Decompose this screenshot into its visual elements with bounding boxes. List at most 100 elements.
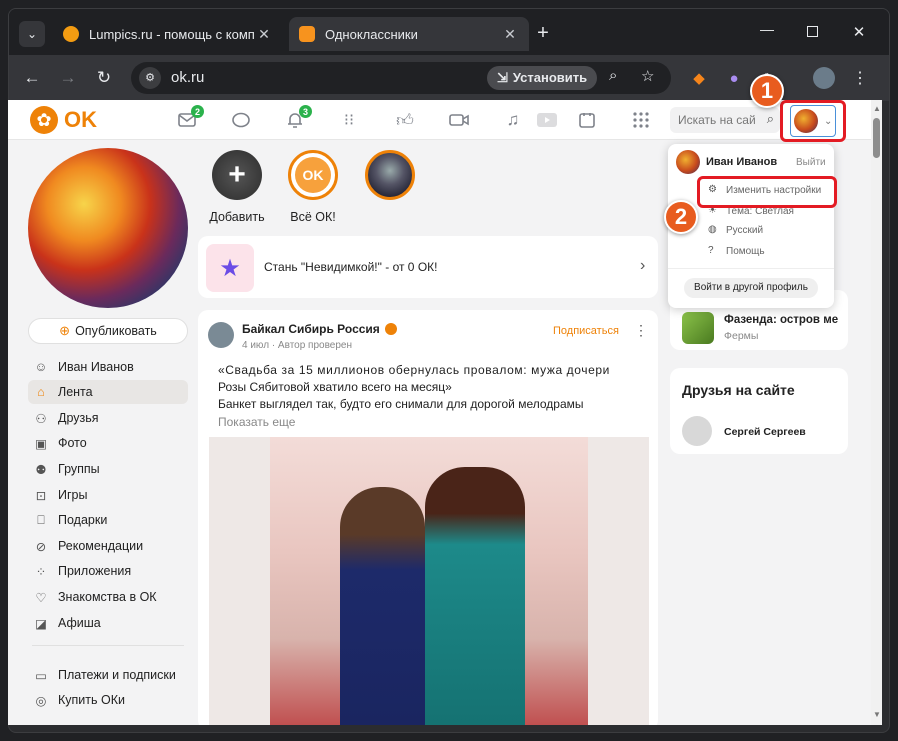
ghost-extension-icon[interactable]: ●	[719, 63, 749, 93]
friend-avatar[interactable]	[682, 416, 712, 446]
more-options-icon[interactable]: ⋮	[634, 322, 648, 339]
url-text[interactable]: ok.ru	[171, 69, 204, 86]
browser-menu-icon[interactable]: ⋮	[845, 63, 875, 93]
story-label: Всё ОК!	[290, 210, 336, 224]
sidebar-item-buy-oki[interactable]: ◎ Купить ОКи	[28, 688, 188, 712]
video-play-icon[interactable]	[536, 109, 558, 131]
sidebar-item-games[interactable]: ⊡ Игры	[28, 483, 188, 507]
scrollbar-thumb[interactable]	[873, 118, 880, 158]
sidebar-item-feed[interactable]: ⌂ Лента	[28, 380, 188, 404]
profile-avatar[interactable]	[28, 148, 188, 308]
post-text-line: Банкет выглядел так, будто его снимали д…	[218, 397, 584, 411]
menu-user-avatar[interactable]	[676, 150, 700, 174]
install-button[interactable]: ⇲ Установить	[487, 66, 598, 90]
guests-icon[interactable]: ⁝⁝	[338, 109, 360, 131]
search-placeholder: Искать на сай	[678, 113, 756, 127]
tab-search-button[interactable]: ⌄	[19, 21, 45, 47]
scroll-down-arrow-icon[interactable]: ▼	[873, 710, 881, 719]
game-title[interactable]: Фазенда: остров ме	[724, 314, 838, 326]
sidebar-divider	[32, 645, 184, 646]
subscribe-link[interactable]: Подписаться	[553, 325, 619, 337]
ok-logo-icon: ✿	[30, 106, 58, 134]
plus-circle-icon: ⊕	[59, 323, 71, 338]
group-name[interactable]: Байкал Сибирь Россия	[242, 322, 397, 336]
video-icon[interactable]	[448, 109, 470, 131]
page-scrollbar[interactable]: ▲ ▼	[871, 100, 882, 725]
logout-link[interactable]: Выйти	[796, 157, 826, 168]
globe-icon: ◍	[708, 224, 717, 235]
apps-grid-icon[interactable]	[630, 109, 652, 131]
sidebar-item-photo[interactable]: ▣ Фото	[28, 431, 188, 455]
sidebar-item-payments[interactable]: ▭ Платежи и подписки	[28, 663, 188, 687]
sidebar-item-apps[interactable]: ⁘ Приложения	[28, 559, 188, 583]
notifications-badge: 3	[299, 105, 312, 118]
messages-badge: 2	[191, 105, 204, 118]
game-subtitle: Фермы	[724, 330, 759, 342]
post-text-line: Розы Сябитовой хватило всего на месяц»	[218, 380, 452, 394]
post-meta: 4 июл · Автор проверен	[242, 340, 353, 351]
sidebar-item-friends[interactable]: ⚇ Друзья	[28, 406, 188, 430]
bookmark-star-icon[interactable]: ☆	[641, 67, 654, 85]
sidebar-item-label: Афиша	[58, 616, 101, 630]
chevron-down-icon: ⌄	[26, 27, 38, 41]
group-avatar[interactable]	[208, 322, 234, 348]
story-friend[interactable]	[365, 150, 415, 200]
friend-name[interactable]: Сергей Сергеев	[724, 426, 806, 438]
likes-icon[interactable]: 👍︎	[394, 109, 416, 131]
menu-user-name[interactable]: Иван Иванов	[706, 156, 777, 168]
switch-profile-button[interactable]: Войти в другой профиль	[684, 278, 818, 298]
discussions-icon[interactable]	[230, 109, 252, 131]
maximize-button[interactable]	[807, 26, 818, 37]
sidebar-item-label: Группы	[58, 462, 100, 476]
groups-icon: ⚉	[35, 462, 47, 477]
minimize-button[interactable]: —	[754, 21, 780, 45]
sidebar-item-dating[interactable]: ♡ Знакомства в ОК	[28, 585, 188, 609]
sidebar-item-label: Платежи и подписки	[58, 668, 176, 682]
new-tab-button[interactable]: +	[531, 21, 555, 45]
menu-item-language[interactable]: ◍ Русский	[708, 224, 763, 236]
close-window-button[interactable]: ✕	[849, 23, 869, 43]
zoom-icon[interactable]: ⌕	[609, 67, 617, 84]
sidebar-item-groups[interactable]: ⚉ Группы	[28, 457, 188, 481]
ok-favicon-icon	[299, 26, 315, 42]
forward-button[interactable]: →	[53, 63, 83, 93]
reload-button[interactable]: ↻	[89, 63, 119, 93]
back-button[interactable]: ←	[17, 63, 47, 93]
metamask-extension-icon[interactable]: ◆	[684, 63, 714, 93]
tab-odnoklassniki[interactable]: Одноклассники ✕	[289, 17, 529, 51]
music-icon[interactable]: ♫	[502, 109, 524, 131]
compass-icon: ⊘	[35, 539, 47, 554]
story-vse-ok[interactable]: OK	[288, 150, 338, 200]
sidebar-item-gifts[interactable]: ⎕ Подарки	[28, 508, 188, 532]
show-more-link[interactable]: Показать еще	[218, 414, 648, 431]
sidebar-item-label: Иван Иванов	[58, 360, 134, 374]
calendar-icon[interactable]	[576, 109, 598, 131]
address-bar[interactable]: ⚙ ok.ru ⇲ Установить ⌕ ☆	[131, 62, 671, 94]
publish-label: Опубликовать	[75, 324, 157, 338]
chevron-right-icon[interactable]: ›	[640, 257, 645, 275]
post-image[interactable]	[209, 437, 649, 725]
profile-avatar-icon[interactable]	[809, 63, 839, 93]
sidebar-item-afisha[interactable]: ◪ Афиша	[28, 611, 188, 635]
close-icon[interactable]: ✕	[255, 26, 273, 43]
site-info-icon[interactable]: ⚙	[139, 67, 161, 89]
game-thumbnail[interactable]	[682, 312, 714, 344]
menu-item-help[interactable]: ? Помощь	[708, 245, 765, 257]
ok-logo[interactable]: ✿ OK	[30, 106, 97, 134]
sidebar-item-profile[interactable]: ☺ Иван Иванов	[28, 355, 188, 379]
search-input[interactable]: Искать на сай ⌕	[670, 107, 780, 133]
ok-page: ✿ OK 2 3 ⁝⁝ 👍︎ ♫ Искать на сай ⌕ ⌄ ⊕ Опу…	[8, 100, 871, 725]
messages-icon[interactable]: 2	[176, 105, 204, 131]
tab-lumpics[interactable]: Lumpics.ru - помощь с компь ✕	[53, 17, 283, 51]
search-icon[interactable]: ⌕	[767, 111, 774, 127]
sidebar-item-recommendations[interactable]: ⊘ Рекомендации	[28, 534, 188, 558]
scroll-up-arrow-icon[interactable]: ▲	[873, 104, 881, 113]
story-add[interactable]: +	[212, 150, 262, 200]
notifications-icon[interactable]: 3	[284, 105, 312, 131]
close-icon[interactable]: ✕	[501, 26, 519, 43]
sidebar-item-label: Друзья	[58, 411, 99, 425]
publish-button[interactable]: ⊕ Опубликовать	[28, 318, 188, 344]
help-icon: ?	[708, 245, 714, 256]
promo-banner[interactable]: ★ Стань "Невидимкой!" - от 0 ОК! ›	[198, 236, 658, 298]
post-text-line: «Свадьба за 15 миллионов обернулась пров…	[218, 363, 610, 377]
